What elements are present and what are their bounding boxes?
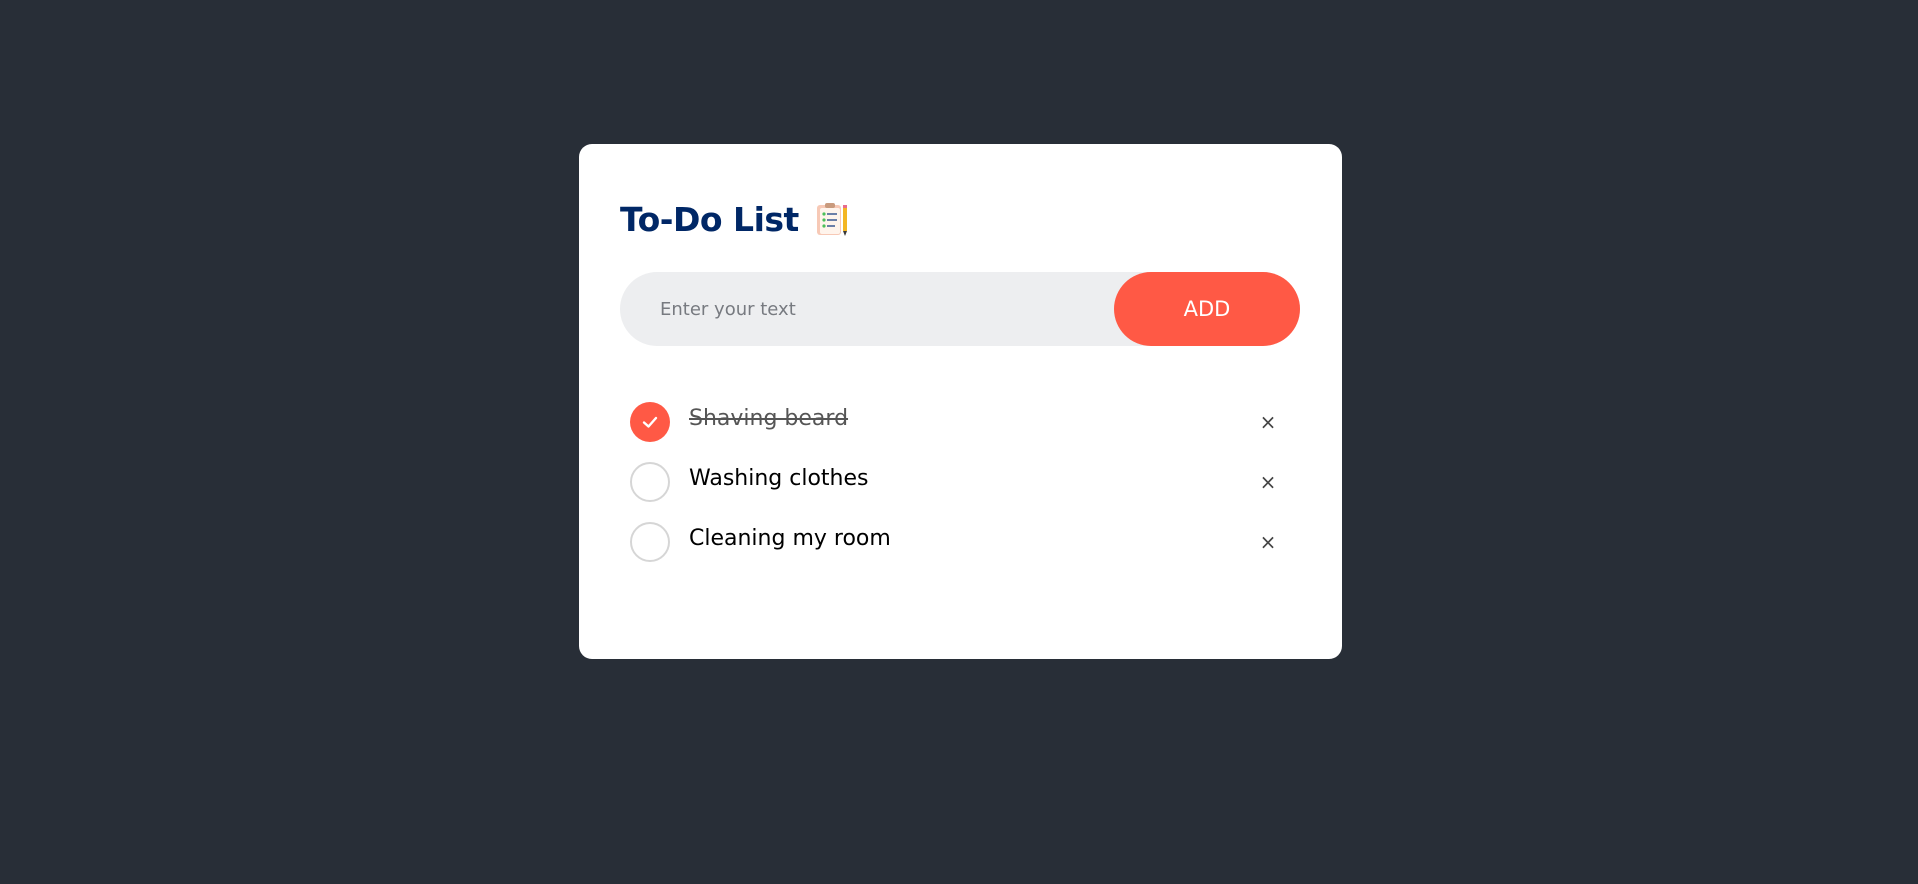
task-list: Shaving beard × Washing clothes × Cleani…	[630, 392, 1290, 572]
task-checkbox[interactable]	[630, 462, 670, 502]
add-task-row: ADD	[620, 272, 1300, 346]
task-label: Cleaning my room	[689, 525, 891, 551]
task-checkbox[interactable]	[630, 522, 670, 562]
task-item[interactable]: Shaving beard ×	[630, 392, 1290, 452]
todo-card: To-Do List ADD	[579, 144, 1342, 659]
task-label: Shaving beard	[689, 405, 849, 431]
task-label: Washing clothes	[689, 465, 869, 491]
close-icon[interactable]: ×	[1252, 406, 1284, 438]
task-checkbox[interactable]	[630, 402, 670, 442]
task-item[interactable]: Washing clothes ×	[630, 452, 1290, 512]
task-input[interactable]	[620, 272, 1120, 346]
close-icon[interactable]: ×	[1252, 526, 1284, 558]
task-item[interactable]: Cleaning my room ×	[630, 512, 1290, 572]
checkmark-icon	[642, 416, 658, 428]
add-button[interactable]: ADD	[1114, 272, 1300, 346]
title-row: To-Do List	[620, 200, 851, 239]
page-title: To-Do List	[620, 200, 799, 239]
close-icon[interactable]: ×	[1252, 466, 1284, 498]
clipboard-checklist-icon	[813, 201, 851, 239]
